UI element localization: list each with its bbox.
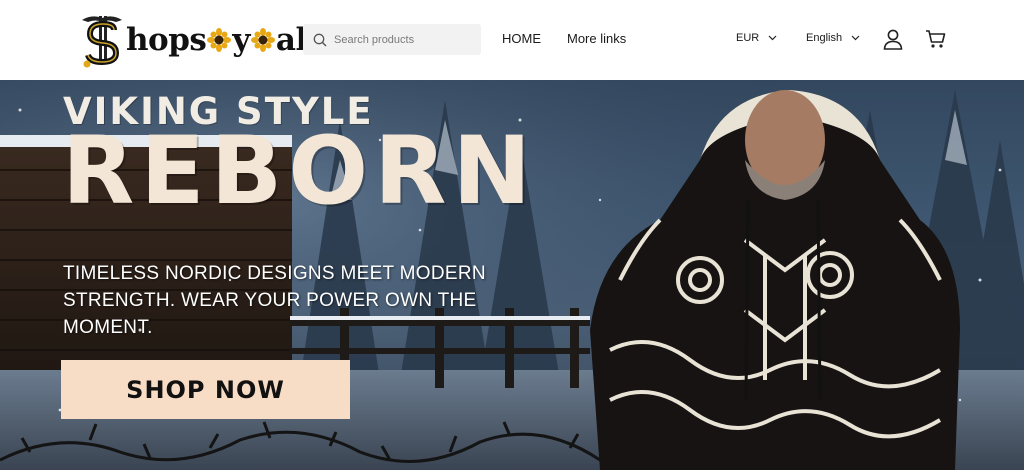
language-value: English	[806, 32, 843, 44]
search-bar[interactable]	[303, 24, 481, 55]
currency-value: EUR	[736, 32, 760, 44]
site-header: hops y ala Search products HOME More lin…	[0, 0, 1024, 80]
currency-selector[interactable]: EUR	[736, 32, 777, 44]
language-selector[interactable]: English	[806, 32, 860, 44]
shop-now-button[interactable]: SHOP NOW	[61, 360, 350, 419]
hero-banner: VIKING STYLE REBORN TIMELESS NORDIC DESI…	[0, 80, 1024, 470]
chevron-down-icon	[768, 35, 777, 41]
hero-description: TIMELESS NORDIC DESIGNS MEET MODERN STRE…	[63, 263, 486, 338]
valknut-logo-icon	[82, 16, 122, 68]
logo-wordmark: hops y ala	[126, 21, 327, 58]
search-icon[interactable]	[313, 33, 327, 47]
sunflower-icon	[207, 28, 232, 52]
hero-headline-large: REBORN	[62, 117, 538, 226]
nav-home-link[interactable]: HOME	[502, 31, 541, 46]
sunflower-icon	[250, 28, 275, 52]
nav-more-links[interactable]: More links	[567, 31, 626, 46]
site-logo[interactable]: hops y ala	[78, 12, 327, 68]
search-input[interactable]	[334, 33, 474, 46]
user-icon[interactable]	[882, 28, 904, 50]
cart-icon[interactable]	[925, 28, 947, 50]
chevron-down-icon	[851, 35, 860, 41]
